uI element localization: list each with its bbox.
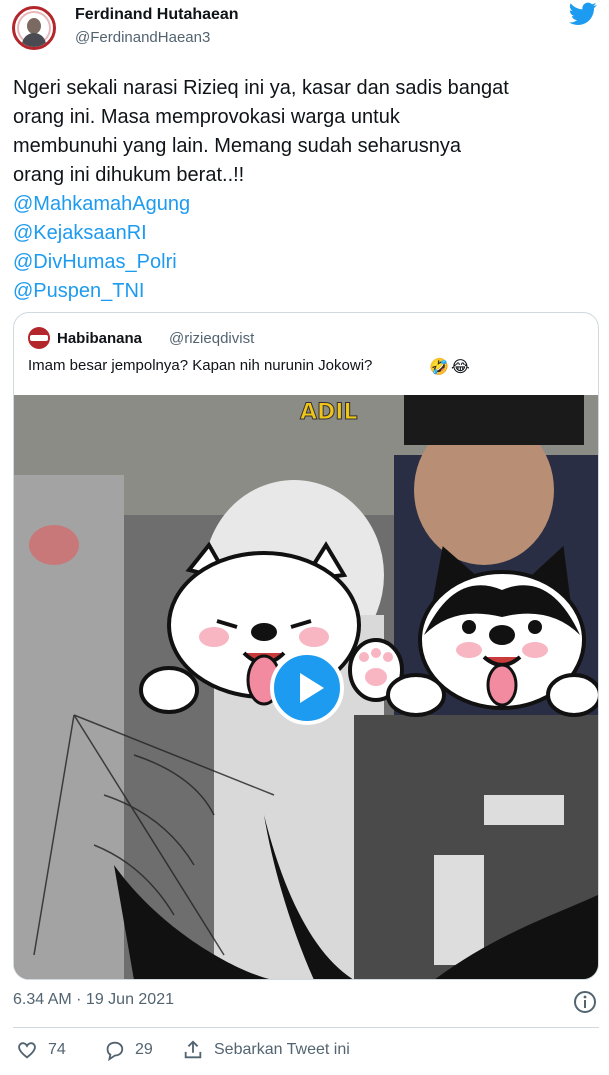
like-count: 74 [48, 1041, 66, 1058]
reply-icon [106, 1041, 124, 1061]
quoted-tweet[interactable]: Habibanana @rizieqdivist Imam besar jemp… [13, 312, 599, 980]
author-handle[interactable]: @FerdinandHaean3 [75, 29, 210, 46]
tweet-line: membunuhi yang lain. Memang sudah seharu… [13, 135, 462, 157]
quoted-author-name: Habibanana [57, 330, 143, 347]
twitter-bird-icon[interactable] [569, 2, 597, 26]
avatar-stripe [30, 335, 48, 341]
heart-icon [18, 1042, 36, 1059]
mention-link-divhumas-polri[interactable]: @DivHumas_Polri [13, 248, 598, 277]
avatar-face [27, 18, 41, 34]
quoted-author-avatar [28, 327, 50, 349]
mention-link-kejaksaanri[interactable]: @KejaksaanRI [13, 219, 598, 248]
quoted-author-handle: @rizieqdivist [169, 330, 255, 347]
video-overlay-text: ADIL [300, 400, 358, 425]
video-thumbnail[interactable]: ADIL [14, 395, 598, 979]
tweet-header: Ferdinand Hutahaean @FerdinandHaean3 [0, 0, 609, 60]
mention-link-mahkamahagung[interactable]: @MahkamahAgung [13, 190, 598, 219]
play-icon [300, 673, 324, 703]
share-label: Sebarkan Tweet ini [214, 1041, 350, 1058]
author-avatar[interactable] [12, 6, 56, 50]
tweet-line: orang ini dihukum berat..!! [13, 164, 245, 186]
rolling-laughing-emoji: 🤣 [429, 359, 449, 376]
quoted-tweet-text: Imam besar jempolnya? Kapan nih nurunin … [28, 357, 373, 374]
play-button[interactable] [270, 651, 344, 725]
reply-button[interactable]: 29 [103, 1037, 153, 1063]
share-icon [184, 1040, 202, 1059]
tears-of-joy-emoji: 😂 [451, 359, 470, 376]
share-button[interactable]: Sebarkan Tweet ini [182, 1037, 350, 1063]
tweet-line: Ngeri sekali narasi Rizieq ini ya, kasar… [13, 77, 509, 99]
tweet-timestamp[interactable]: 6.34 AM · 19 Jun 2021 [13, 991, 174, 1009]
info-icon[interactable] [573, 990, 597, 1014]
tweet-text: Ngeri sekali narasi Rizieq ini ya, kasar… [13, 74, 598, 306]
author-name[interactable]: Ferdinand Hutahaean [75, 6, 239, 24]
tweet-line: orang ini. Masa memprovokasi warga untuk [13, 106, 400, 128]
like-button[interactable]: 74 [16, 1037, 66, 1063]
divider [13, 1027, 599, 1028]
mention-link-puspen-tni[interactable]: @Puspen_TNI [13, 277, 598, 306]
reply-count: 29 [135, 1041, 153, 1058]
